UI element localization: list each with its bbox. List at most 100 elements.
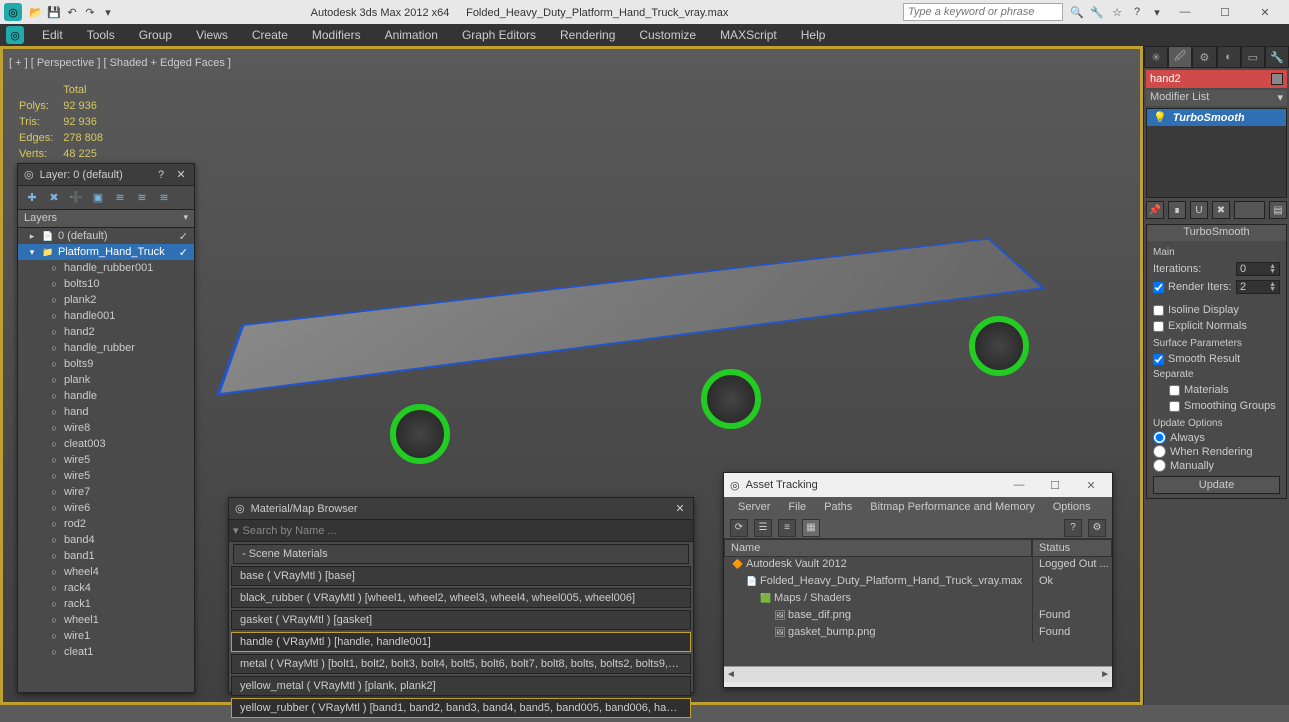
- asset-tree-icon[interactable]: ☰: [754, 519, 772, 537]
- asset-row[interactable]: 📄Folded_Heavy_Duty_Platform_Hand_Truck_v…: [724, 574, 1112, 591]
- layer-row[interactable]: ○wire1: [18, 628, 194, 644]
- update-always-radio[interactable]: [1153, 431, 1166, 444]
- hierarchy-tab-icon[interactable]: ⚙: [1192, 46, 1216, 68]
- configure-sets-icon[interactable]: ▤: [1269, 201, 1287, 219]
- material-item[interactable]: yellow_rubber ( VRayMtl ) [band1, band2,…: [231, 698, 691, 718]
- maximize-button[interactable]: ☐: [1205, 0, 1245, 24]
- app-logo[interactable]: ◎: [4, 3, 22, 21]
- layer-row[interactable]: ○rack1: [18, 596, 194, 612]
- layer-row[interactable]: ○plank2: [18, 292, 194, 308]
- minimize-button[interactable]: —: [1165, 0, 1205, 24]
- highlight-layer-icon[interactable]: ≋: [112, 190, 128, 206]
- layers-header-menu-icon[interactable]: ▾: [183, 212, 188, 225]
- create-tab-icon[interactable]: ✳: [1144, 46, 1168, 68]
- explicit-checkbox[interactable]: [1153, 321, 1164, 332]
- iterations-spinner[interactable]: 0▲▼: [1236, 262, 1280, 276]
- hide-layer-icon[interactable]: ≋: [134, 190, 150, 206]
- update-manual-radio[interactable]: [1153, 459, 1166, 472]
- layer-row[interactable]: ○handle: [18, 388, 194, 404]
- sep-smoothing-checkbox[interactable]: [1169, 401, 1180, 412]
- save-icon[interactable]: 💾: [46, 4, 62, 20]
- asset-row[interactable]: 🖼base_dif.pngFound: [724, 608, 1112, 625]
- asset-table-icon[interactable]: ▦: [802, 519, 820, 537]
- dropdown-icon[interactable]: ▾: [1149, 4, 1165, 20]
- layer-row[interactable]: ○rack4: [18, 580, 194, 596]
- menu-edit[interactable]: Edit: [32, 25, 73, 45]
- help-icon[interactable]: ?: [1129, 4, 1145, 20]
- asset-table-header[interactable]: Name Status: [724, 539, 1112, 557]
- menu-rendering[interactable]: Rendering: [550, 25, 625, 45]
- asset-options-icon[interactable]: ⚙: [1088, 519, 1106, 537]
- layers-list[interactable]: ▸📄0 (default)✓▾📁Platform_Hand_Truck✓○han…: [18, 228, 194, 692]
- layer-row[interactable]: ○hand: [18, 404, 194, 420]
- mat-title[interactable]: ◎ Material/Map Browser ✕: [229, 498, 693, 520]
- modifier-stack[interactable]: 💡 TurboSmooth: [1146, 108, 1287, 198]
- add-to-layer-icon[interactable]: ➕: [68, 190, 84, 206]
- sep-materials-checkbox[interactable]: [1169, 385, 1180, 396]
- display-tab-icon[interactable]: ▭: [1241, 46, 1265, 68]
- help-search-input[interactable]: [903, 3, 1063, 21]
- layer-row[interactable]: ○handle_rubber: [18, 340, 194, 356]
- asset-refresh-icon[interactable]: ⟳: [730, 519, 748, 537]
- mat-search[interactable]: ▾ Search by Name ...: [229, 520, 693, 542]
- asset-menu-bitmap-performance-and-memory[interactable]: Bitmap Performance and Memory: [862, 501, 1042, 513]
- asset-menu-file[interactable]: File: [780, 501, 814, 513]
- layer-row[interactable]: ○bolts9: [18, 356, 194, 372]
- layer-row[interactable]: ○wheel1: [18, 612, 194, 628]
- asset-help-icon[interactable]: ?: [1064, 519, 1082, 537]
- motion-tab-icon[interactable]: ◐: [1217, 46, 1241, 68]
- layer-row[interactable]: ○wire5: [18, 468, 194, 484]
- layer-row[interactable]: ○hand2: [18, 324, 194, 340]
- render-iters-checkbox[interactable]: [1153, 282, 1164, 293]
- viewport-label[interactable]: [ + ] [ Perspective ] [ Shaded + Edged F…: [9, 57, 231, 69]
- rollout-title[interactable]: TurboSmooth: [1147, 225, 1286, 241]
- menu-modifiers[interactable]: Modifiers: [302, 25, 371, 45]
- asset-menu-options[interactable]: Options: [1045, 501, 1099, 513]
- layer-row[interactable]: ○cleat003: [18, 436, 194, 452]
- mat-search-menu-icon[interactable]: ▾: [233, 524, 239, 537]
- delete-layer-icon[interactable]: ✖: [46, 190, 62, 206]
- layer-row[interactable]: ○handle_rubber001: [18, 260, 194, 276]
- layer-row[interactable]: ○handle001: [18, 308, 194, 324]
- new-layer-icon[interactable]: ✚: [24, 190, 40, 206]
- render-iters-spinner[interactable]: 2▲▼: [1236, 280, 1280, 294]
- qat-dropdown-icon[interactable]: ▾: [100, 4, 116, 20]
- layer-row[interactable]: ▾📁Platform_Hand_Truck✓: [18, 244, 194, 260]
- asset-col-name[interactable]: Name: [724, 539, 1032, 557]
- menu-group[interactable]: Group: [129, 25, 182, 45]
- layer-row[interactable]: ○wire8: [18, 420, 194, 436]
- material-item[interactable]: yellow_metal ( VRayMtl ) [plank, plank2]: [231, 676, 691, 696]
- modify-tab-icon[interactable]: 🖉: [1168, 46, 1192, 68]
- subscription-icon[interactable]: 🔧: [1089, 4, 1105, 20]
- menu-animation[interactable]: Animation: [375, 25, 448, 45]
- pin-stack-icon[interactable]: 📌: [1146, 201, 1164, 219]
- material-item[interactable]: handle ( VRayMtl ) [handle, handle001]: [231, 632, 691, 652]
- layer-row[interactable]: ○bolts10: [18, 276, 194, 292]
- object-name-field[interactable]: hand2: [1146, 70, 1287, 88]
- asset-tree2-icon[interactable]: ≡: [778, 519, 796, 537]
- make-unique-icon[interactable]: U: [1190, 201, 1208, 219]
- layer-row[interactable]: ○band1: [18, 548, 194, 564]
- asset-maximize-icon[interactable]: ☐: [1040, 473, 1070, 497]
- utilities-tab-icon[interactable]: 🔧: [1265, 46, 1289, 68]
- material-item[interactable]: black_rubber ( VRayMtl ) [wheel1, wheel2…: [231, 588, 691, 608]
- app-menu-icon[interactable]: ◎: [6, 26, 24, 44]
- close-button[interactable]: ✕: [1245, 0, 1285, 24]
- asset-hscroll[interactable]: ◄►: [724, 666, 1112, 682]
- menu-maxscript[interactable]: MAXScript: [710, 25, 787, 45]
- layer-row[interactable]: ○rod2: [18, 516, 194, 532]
- layer-row[interactable]: ○band4: [18, 532, 194, 548]
- material-item[interactable]: metal ( VRayMtl ) [bolt1, bolt2, bolt3, …: [231, 654, 691, 674]
- layer-row[interactable]: ▸📄0 (default)✓: [18, 228, 194, 244]
- asset-row[interactable]: 🖼gasket_bump.pngFound: [724, 625, 1112, 642]
- exchange-icon[interactable]: ☆: [1109, 4, 1125, 20]
- material-item[interactable]: gasket ( VRayMtl ) [gasket]: [231, 610, 691, 630]
- smooth-result-checkbox[interactable]: [1153, 354, 1164, 365]
- menu-customize[interactable]: Customize: [629, 25, 706, 45]
- undo-icon[interactable]: ↶: [64, 4, 80, 20]
- asset-row[interactable]: 🟩Maps / Shaders: [724, 591, 1112, 608]
- isoline-checkbox[interactable]: [1153, 305, 1164, 316]
- update-button[interactable]: Update: [1153, 476, 1280, 494]
- update-render-radio[interactable]: [1153, 445, 1166, 458]
- show-end-result-icon[interactable]: ∎: [1168, 201, 1186, 219]
